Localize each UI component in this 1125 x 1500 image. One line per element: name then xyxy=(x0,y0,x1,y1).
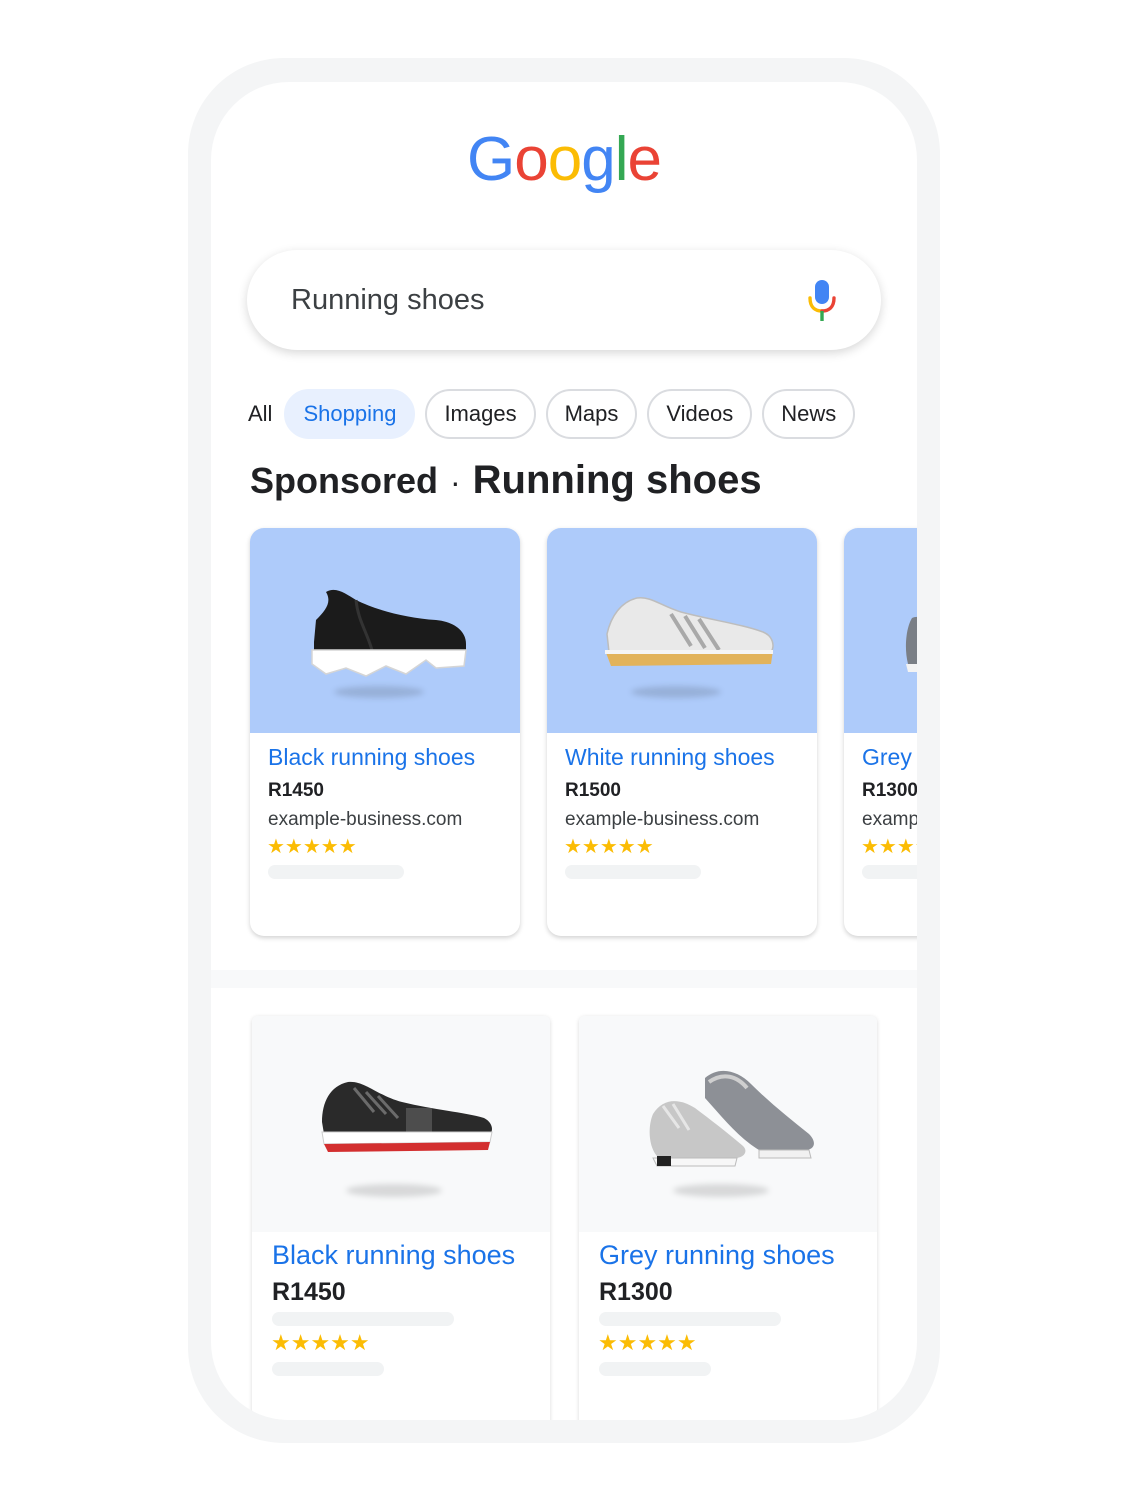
product-price: R1300 xyxy=(862,780,917,801)
product-price: R1450 xyxy=(272,1278,346,1306)
product-price: R1300 xyxy=(599,1278,673,1306)
product-domain: example-business.com xyxy=(565,809,760,830)
heading-query: Running shoes xyxy=(472,458,762,502)
product-title[interactable]: Grey running shoes xyxy=(862,744,917,771)
sponsored-product-card[interactable]: White running shoes R1500 example-busine… xyxy=(547,528,817,936)
star-rating: ★★★★★ xyxy=(271,1330,370,1355)
sponsored-product-card[interactable]: Black running shoes R1450 example-busine… xyxy=(250,528,520,936)
product-domain: example-business.com xyxy=(268,809,463,830)
sponsored-label: Sponsored xyxy=(250,460,439,501)
product-card[interactable]: Black running shoes R1450 ★★★★★ xyxy=(252,1016,550,1420)
logo-letter: g xyxy=(581,125,615,194)
product-title[interactable]: Black running shoes xyxy=(272,1240,515,1271)
tab-news[interactable]: News xyxy=(762,389,856,439)
search-bar[interactable]: Running shoes xyxy=(247,250,881,350)
product-domain: example-business.com xyxy=(862,809,917,830)
tab-images[interactable]: Images xyxy=(425,389,536,439)
heading-separator: · xyxy=(450,464,461,500)
section-heading: Sponsored · Running shoes xyxy=(250,458,762,503)
product-image[interactable] xyxy=(250,528,520,733)
logo-letter: l xyxy=(614,125,629,194)
placeholder-bar xyxy=(862,865,917,879)
logo-letter: G xyxy=(467,125,515,194)
search-tabs: All Shopping Images Maps Videos News xyxy=(248,387,865,441)
grey-shoe-image xyxy=(905,617,917,672)
tab-shopping[interactable]: Shopping xyxy=(284,389,416,439)
product-image[interactable] xyxy=(547,528,817,733)
product-image[interactable] xyxy=(252,1016,550,1232)
star-rating: ★★★★★ xyxy=(861,836,917,858)
black-shoe-image xyxy=(311,589,467,677)
product-price: R1450 xyxy=(268,780,324,801)
logo-letter: o xyxy=(547,125,582,194)
tab-maps[interactable]: Maps xyxy=(545,389,638,439)
product-title[interactable]: Black running shoes xyxy=(268,744,475,771)
logo-letter: o xyxy=(514,125,548,194)
logo-letter: e xyxy=(627,125,661,194)
grey-shoes-pair-image xyxy=(649,1070,814,1167)
product-title[interactable]: White running shoes xyxy=(565,744,775,771)
product-title[interactable]: Grey running shoes xyxy=(599,1240,835,1271)
placeholder-bar xyxy=(599,1362,711,1376)
star-rating: ★★★★★ xyxy=(564,836,654,858)
black-red-shoe-image xyxy=(321,1081,493,1152)
star-rating: ★★★★★ xyxy=(598,1330,697,1355)
product-image[interactable] xyxy=(844,528,917,733)
placeholder-bar xyxy=(565,865,701,879)
tab-all[interactable]: All xyxy=(248,401,272,427)
tab-videos[interactable]: Videos xyxy=(647,389,753,439)
google-logo: Google xyxy=(211,124,917,195)
placeholder-bar xyxy=(272,1362,384,1376)
sponsored-product-card[interactable]: Grey running shoes R1300 example-busines… xyxy=(844,528,917,936)
white-shoe-image xyxy=(605,597,774,666)
mic-icon[interactable] xyxy=(807,280,837,322)
placeholder-bar xyxy=(272,1312,454,1326)
placeholder-bar xyxy=(599,1312,781,1326)
phone-screen: Google Running shoes All Shopping Images… xyxy=(211,82,917,1420)
product-image[interactable] xyxy=(579,1016,877,1232)
placeholder-bar xyxy=(268,865,404,879)
star-rating: ★★★★★ xyxy=(267,836,357,858)
section-divider xyxy=(211,970,917,988)
product-card[interactable]: Grey running shoes R1300 ★★★★★ xyxy=(579,1016,877,1420)
product-price: R1500 xyxy=(565,780,621,801)
search-input[interactable]: Running shoes xyxy=(291,284,484,317)
